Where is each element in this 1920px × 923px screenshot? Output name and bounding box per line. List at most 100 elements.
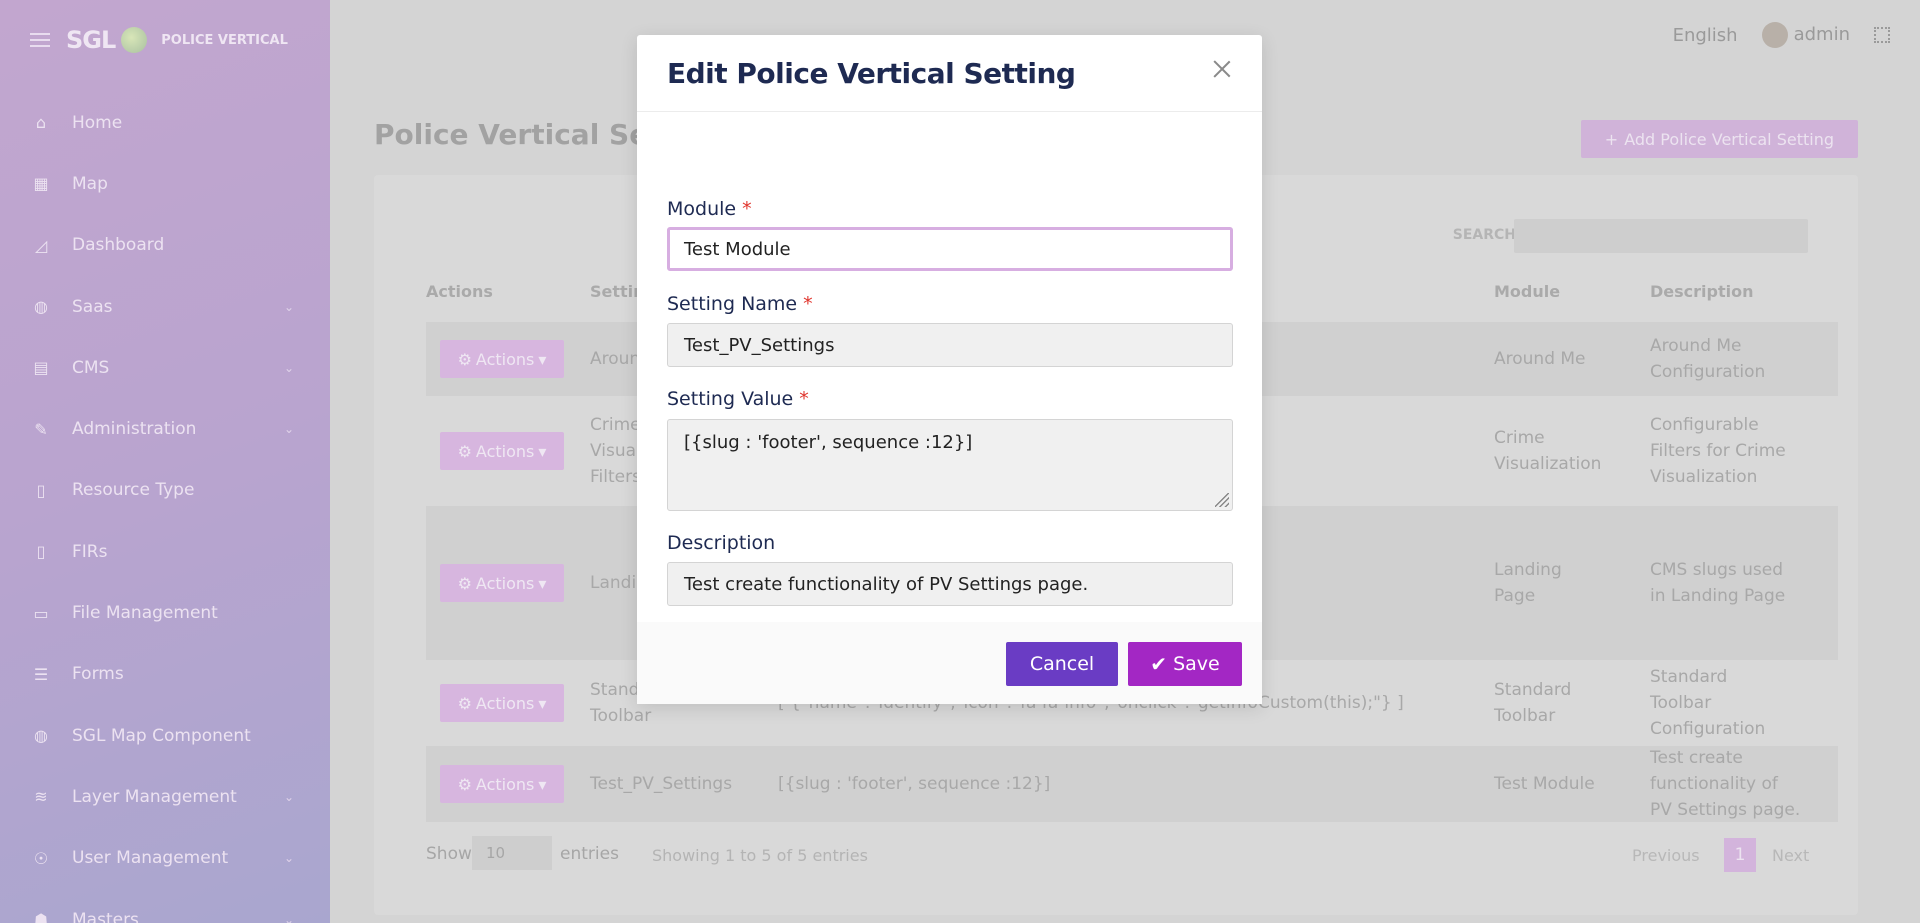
gear-icon: ⚙ (457, 349, 472, 369)
sidebar-item-dashboard[interactable]: ◿ Dashboard (0, 215, 330, 276)
add-setting-button[interactable]: + Add Police Vertical Setting (1580, 120, 1858, 158)
cell-line: Visualization (1494, 454, 1602, 474)
cell-line: Around Me (1494, 349, 1586, 369)
chevron-down-icon: ⌄ (283, 912, 294, 923)
cell-line: Standard (1650, 667, 1728, 687)
wrench-icon: ✎ (34, 419, 48, 439)
sidebar-header: SGL POLICE VERTICAL (30, 26, 288, 54)
close-icon[interactable] (1212, 59, 1232, 79)
setting-name-field[interactable]: Test_PV_Settings (667, 323, 1233, 367)
page-size-value: 10 (486, 844, 506, 862)
page-size-select[interactable]: 10 (472, 836, 552, 870)
plus-icon: + (1604, 129, 1619, 149)
actions-label: Actions (475, 349, 535, 369)
description-field[interactable]: Test create functionality of PV Settings… (667, 562, 1233, 606)
search-input[interactable] (1514, 219, 1808, 253)
actions-dropdown-button[interactable]: ⚙ Actions ▾ (440, 564, 564, 602)
sidebar-item-label: File Management (72, 603, 218, 624)
actions-label: Actions (475, 693, 535, 713)
keyboard-icon: ▤ (33, 358, 49, 378)
sidebar-nav: ⌂ Home ▦ Map ◿ Dashboard ◍ Saas ⌄ ▤ CMS ⌄ ✎ Administr… (0, 92, 330, 923)
actions-label: Actions (475, 774, 535, 794)
cell-module: Standard Toolbar (1494, 677, 1571, 729)
modal-footer: Cancel ✔ Save (637, 622, 1262, 704)
actions-dropdown-button[interactable]: ⚙ Actions ▾ (440, 684, 564, 722)
sidebar-item-saas[interactable]: ◍ Saas ⌄ (0, 276, 330, 337)
resize-handle[interactable] (1215, 493, 1229, 507)
cell-line: Toolbar (590, 706, 652, 726)
cell-line: Crime (590, 415, 641, 435)
next-page-button[interactable]: Next (1772, 846, 1809, 865)
chevron-down-icon: ⌄ (283, 360, 294, 375)
save-label: Save (1173, 653, 1220, 675)
table-row: ⚙ Actions ▾ Test_PV_Settings [{slug : 'foote… (426, 746, 1838, 822)
setting-value-field-value: [{slug : 'footer', sequence :12}] (684, 432, 973, 453)
sidebar-item-label: User Management (72, 848, 229, 869)
cell-module: Test Module (1494, 771, 1595, 797)
cancel-button[interactable]: Cancel (1006, 642, 1118, 686)
actions-dropdown-button[interactable]: ⚙ Actions ▾ (440, 765, 564, 803)
chevron-down-icon: ⌄ (283, 851, 294, 866)
chevron-down-icon: ⌄ (283, 422, 294, 437)
sidebar-item-label: Layer Management (72, 786, 237, 807)
description-field-value: Test create functionality of PV Settings… (684, 573, 1089, 595)
header-module[interactable]: Module (1494, 282, 1560, 301)
cell-line: Around Me (1650, 336, 1742, 356)
table-info: Showing 1 to 5 of 5 entries (652, 846, 868, 865)
page-1-button[interactable]: 1 (1724, 838, 1756, 872)
setting-value-label: Setting Value * (667, 388, 809, 410)
cell-line: PV Settings page. (1650, 800, 1801, 820)
sidebar-item-home[interactable]: ⌂ Home (0, 92, 330, 153)
sidebar-item-layer-management[interactable]: ≋ Layer Management ⌄ (0, 766, 330, 827)
header-description[interactable]: Description (1650, 282, 1753, 301)
sidebar-item-sgl-map-component[interactable]: ◍ SGL Map Component (0, 705, 330, 766)
sidebar-item-forms[interactable]: ☰ Forms (0, 644, 330, 705)
previous-page-button[interactable]: Previous (1632, 846, 1700, 865)
cell-line: Visualization (1650, 467, 1758, 487)
caret-down-icon: ▾ (538, 349, 547, 369)
sidebar-item-resource-type[interactable]: ▯ Resource Type (0, 460, 330, 521)
header-actions: Actions (426, 282, 493, 301)
language-selector[interactable]: English (1673, 25, 1738, 46)
cell-setting-value: [{slug : 'footer', sequence :12}] (778, 771, 1050, 797)
add-setting-label: Add Police Vertical Setting (1624, 129, 1834, 149)
setting-name-field-value: Test_PV_Settings (684, 334, 835, 356)
cell-description: CMS slugs used in Landing Page (1650, 557, 1785, 609)
sidebar-item-masters[interactable]: ☗ Masters ⌄ (0, 889, 330, 923)
actions-dropdown-button[interactable]: ⚙ Actions ▾ (440, 432, 564, 470)
users-cog-icon: ☉ (33, 848, 49, 868)
cell-line: Test_PV_Settings (590, 774, 733, 794)
chart-icon: ◿ (34, 235, 48, 255)
cell-line: CMS slugs used (1650, 560, 1784, 580)
cell-line: Aroun (590, 349, 641, 369)
sidebar-item-firs[interactable]: ▯ FIRs (0, 521, 330, 582)
caret-down-icon: ▾ (538, 774, 547, 794)
user-menu[interactable]: admin (1761, 22, 1850, 48)
cell-line: Page (1494, 586, 1536, 606)
gear-icon: ⚙ (457, 693, 472, 713)
cell-line: functionality of (1650, 774, 1778, 794)
cell-setting-name: Test_PV_Settings (590, 771, 732, 797)
file-icon: ▯ (36, 542, 46, 562)
logo[interactable]: SGL POLICE VERTICAL (66, 26, 288, 54)
sidebar-item-cms[interactable]: ▤ CMS ⌄ (0, 337, 330, 398)
sidebar-item-user-management[interactable]: ☉ User Management ⌄ (0, 828, 330, 889)
sidebar-item-map[interactable]: ▦ Map (0, 153, 330, 214)
save-button[interactable]: ✔ Save (1128, 642, 1242, 686)
cell-line: Crime (1494, 428, 1545, 448)
file-icon: ▯ (36, 480, 46, 500)
cell-setting-name: Crime Visual Filters (590, 412, 641, 490)
setting-value-field[interactable]: [{slug : 'footer', sequence :12}] (667, 419, 1233, 511)
sidebar-item-file-management[interactable]: ▭ File Management (0, 582, 330, 643)
hamburger-menu-icon[interactable] (30, 33, 50, 47)
sidebar-item-label: CMS (72, 357, 110, 378)
module-field[interactable]: Test Module (667, 227, 1233, 271)
sidebar-item-administration[interactable]: ✎ Administration ⌄ (0, 398, 330, 459)
modal-header: Edit Police Vertical Setting (637, 35, 1262, 112)
fullscreen-icon[interactable] (1874, 27, 1890, 43)
chevron-down-icon: ⌄ (283, 789, 294, 804)
search-label: SEARCH (1452, 227, 1516, 243)
user-name: admin (1793, 24, 1850, 45)
actions-dropdown-button[interactable]: ⚙ Actions ▾ (440, 340, 564, 378)
users-icon: ☗ (33, 910, 49, 923)
